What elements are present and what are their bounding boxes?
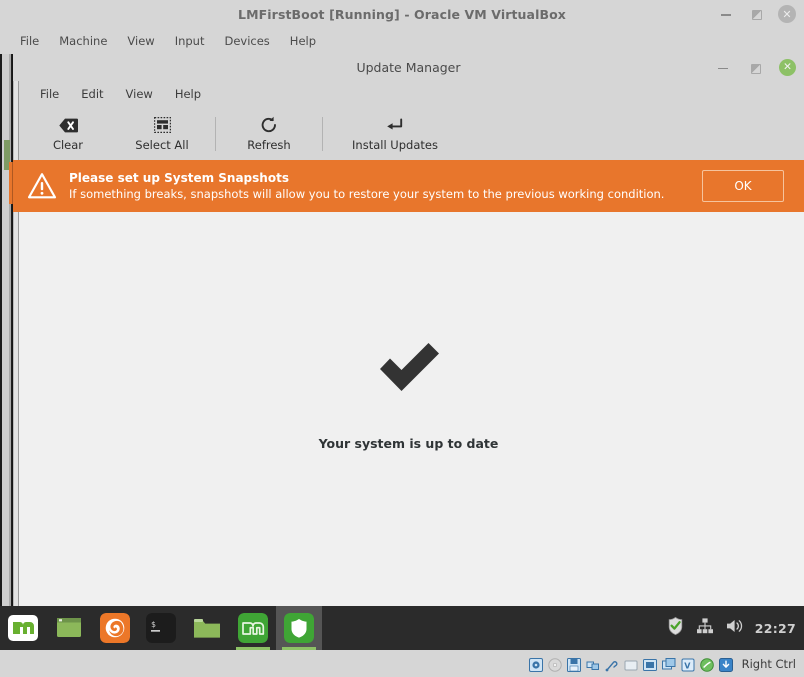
- update-manager-title: Update Manager: [356, 60, 461, 75]
- menu-machine[interactable]: Machine: [49, 31, 117, 51]
- virtualization-icon[interactable]: V: [681, 657, 695, 671]
- menu-edit[interactable]: Edit: [70, 84, 114, 104]
- mouse-integration-icon[interactable]: [699, 657, 714, 672]
- clear-label: Clear: [52, 137, 84, 152]
- select-all-button[interactable]: Select All: [115, 109, 209, 158]
- restore-icon[interactable]: [748, 6, 764, 22]
- menu-help[interactable]: Help: [164, 84, 212, 104]
- virtualbox-menubar: File Machine View Input Devices Help: [0, 28, 804, 54]
- taskbar-item-software-manager[interactable]: [230, 606, 276, 650]
- minimize-icon[interactable]: [718, 6, 734, 22]
- install-updates-button[interactable]: Install Updates: [329, 109, 461, 158]
- network-icon[interactable]: [696, 617, 714, 639]
- folder-icon: [192, 613, 222, 643]
- menu-view[interactable]: View: [117, 31, 164, 51]
- screenshot-root: LMFirstBoot [Running] - Oracle VM Virtua…: [0, 0, 804, 677]
- taskbar-launchers: $: [0, 606, 322, 650]
- background-window-sliver: [0, 54, 14, 606]
- virtualbox-statusbar: V Right Ctrl: [0, 650, 804, 677]
- taskbar-clock[interactable]: 22:27: [755, 621, 796, 636]
- menu-view[interactable]: View: [115, 84, 164, 104]
- shield-check-icon[interactable]: [666, 616, 685, 640]
- virtualbox-titlebar: LMFirstBoot [Running] - Oracle VM Virtua…: [0, 0, 804, 28]
- floppy-disk-icon[interactable]: [566, 657, 581, 672]
- volume-icon[interactable]: [725, 617, 744, 639]
- update-manager-toolbar: Clear Select All Refresh Install Updates: [13, 107, 804, 160]
- refresh-circular-arrow-icon: [260, 116, 278, 135]
- select-all-label: Select All: [135, 137, 189, 152]
- refresh-button[interactable]: Refresh: [222, 109, 316, 158]
- taskbar-item-terminal[interactable]: $: [138, 606, 184, 650]
- hard-disk-icon[interactable]: [528, 657, 543, 672]
- restore-icon[interactable]: [747, 60, 763, 76]
- clear-backspace-icon: [58, 116, 78, 135]
- update-manager-window-controls: ✕: [715, 54, 796, 81]
- desktop-taskbar: $ 22:27: [0, 606, 804, 650]
- select-all-grid-icon: [153, 116, 171, 135]
- recording-icon[interactable]: [661, 657, 676, 671]
- taskbar-item-firefox[interactable]: [92, 606, 138, 650]
- close-icon[interactable]: ✕: [779, 59, 796, 76]
- linux-mint-menu-icon: [8, 613, 38, 643]
- taskbar-item-files[interactable]: [184, 606, 230, 650]
- usb-icon[interactable]: [605, 657, 619, 671]
- virtualbox-window-controls: ✕: [718, 0, 796, 28]
- toolbar-separator: [322, 116, 323, 151]
- update-manager-menubar: File Edit View Help: [13, 81, 804, 107]
- minimize-icon[interactable]: [715, 60, 731, 76]
- firefox-icon: [100, 613, 130, 643]
- taskbar-item-mint-menu[interactable]: [0, 606, 46, 650]
- display-icon[interactable]: [642, 657, 657, 671]
- update-manager-content: Your system is up to date: [13, 212, 804, 606]
- refresh-label: Refresh: [247, 137, 291, 152]
- svg-text:V: V: [684, 661, 691, 670]
- shield-icon: [284, 613, 314, 643]
- menu-file[interactable]: File: [10, 31, 49, 51]
- host-key-label: Right Ctrl: [741, 656, 796, 671]
- network-adapter-icon[interactable]: [586, 657, 600, 671]
- menu-devices[interactable]: Devices: [214, 31, 279, 51]
- window-icon: [54, 613, 84, 643]
- toolbar-separator: [215, 116, 216, 151]
- menu-help[interactable]: Help: [280, 31, 326, 51]
- virtualbox-window-title: LMFirstBoot [Running] - Oracle VM Virtua…: [238, 6, 566, 22]
- keyboard-icon[interactable]: [718, 657, 733, 672]
- linux-mint-icon: [238, 613, 268, 643]
- vm-guest-screen: Update Manager ✕ File Edit View Help Cle…: [0, 54, 804, 650]
- shared-folders-icon[interactable]: [624, 657, 638, 671]
- snapshot-warning-banner: Please set up System Snapshots If someth…: [13, 160, 804, 212]
- svg-text:$: $: [151, 620, 156, 629]
- taskbar-item-update-manager[interactable]: [276, 606, 322, 650]
- system-tray: 22:27: [666, 606, 796, 650]
- checkmark-icon: [372, 328, 446, 402]
- update-manager-window: Update Manager ✕ File Edit View Help Cle…: [13, 54, 804, 606]
- install-updates-label: Install Updates: [352, 137, 438, 152]
- clear-button[interactable]: Clear: [21, 109, 115, 158]
- update-manager-titlebar: Update Manager ✕: [13, 54, 804, 81]
- taskbar-item-show-desktop[interactable]: [46, 606, 92, 650]
- system-status-message: Your system is up to date: [318, 435, 499, 451]
- banner-title: Please set up System Snapshots: [69, 171, 289, 185]
- banner-ok-button[interactable]: OK: [702, 170, 784, 202]
- menu-file[interactable]: File: [29, 84, 70, 104]
- menu-input[interactable]: Input: [165, 31, 215, 51]
- warning-triangle-icon: [27, 171, 57, 201]
- close-icon[interactable]: ✕: [778, 5, 796, 23]
- banner-subtitle: If something breaks, snapshots will allo…: [69, 187, 665, 201]
- optical-disk-icon[interactable]: [547, 657, 562, 672]
- terminal-icon: $: [146, 613, 176, 643]
- banner-text-block: Please set up System Snapshots If someth…: [69, 171, 690, 201]
- install-updates-enter-arrow-icon: [386, 116, 404, 135]
